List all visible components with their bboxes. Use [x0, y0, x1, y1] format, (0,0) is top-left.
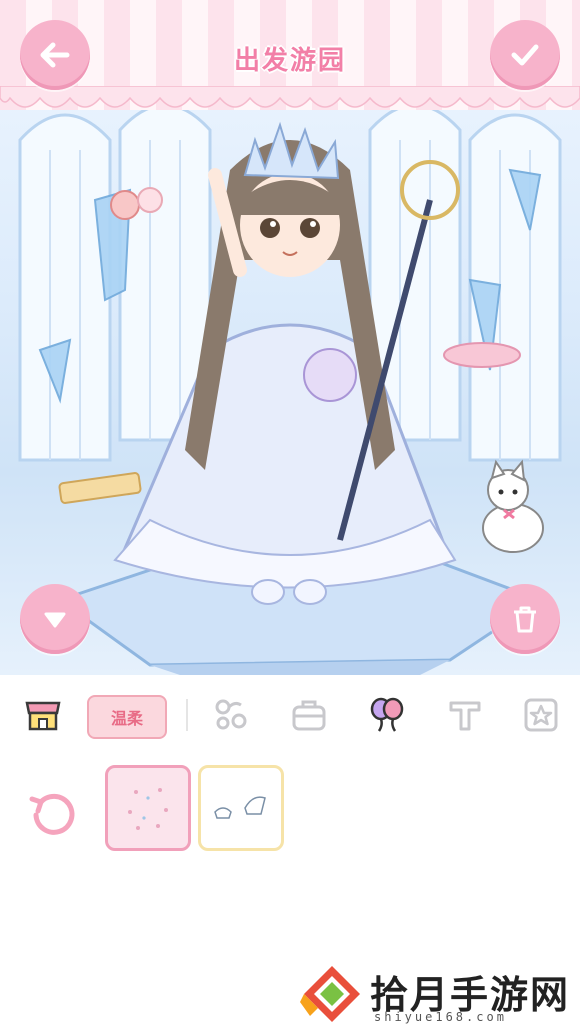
sparkle-decoration-thumbnail [128, 788, 168, 830]
swan-decoration-thumbnail [214, 796, 266, 819]
watermark-logo [300, 966, 360, 1022]
reset-icon [29, 793, 75, 835]
decoration-item-1[interactable] [105, 765, 191, 851]
tab-bags[interactable] [287, 693, 331, 737]
decoration-item-2[interactable] [198, 765, 284, 851]
bag-icon [292, 700, 326, 731]
checkmark-icon [511, 44, 539, 66]
shop-icon [25, 701, 61, 731]
flower-icon [215, 699, 247, 730]
confirm-button[interactable] [490, 20, 560, 90]
balloon-icon [370, 697, 404, 732]
scalloped-edge [0, 86, 580, 108]
tab-frames[interactable] [519, 693, 563, 737]
watermark: 拾月手游网 shiyue168.com [300, 960, 570, 1030]
collapse-button[interactable] [20, 584, 90, 654]
style-tag[interactable]: 温柔 [87, 695, 167, 739]
star-frame-icon [524, 698, 558, 732]
reset-button[interactable] [24, 785, 80, 841]
text-icon [449, 701, 481, 731]
category-toolbar: 温柔 [0, 675, 580, 755]
dress-up-scene: 出发游园 [0, 0, 580, 675]
tab-props[interactable] [365, 693, 409, 737]
trash-icon [514, 606, 536, 633]
tab-text[interactable] [443, 693, 487, 737]
chevron-down-icon [44, 612, 66, 628]
watermark-url: shiyue168.com [374, 1010, 507, 1024]
tab-accessories[interactable] [209, 693, 253, 737]
tab-shop[interactable] [21, 693, 65, 737]
delete-button[interactable] [490, 584, 560, 654]
toolbar-divider [186, 699, 188, 731]
